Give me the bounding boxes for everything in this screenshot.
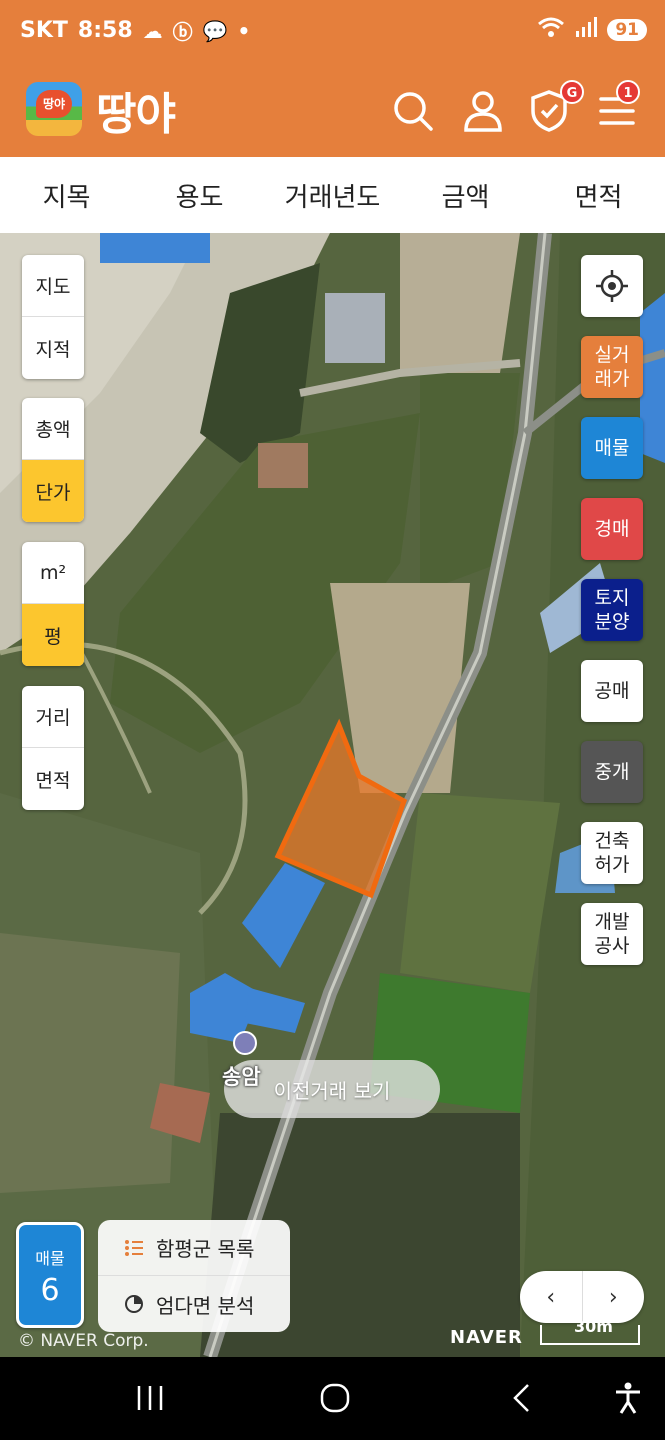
map-scale-bar: 30m xyxy=(540,1317,640,1345)
listing-count-label: 매물 xyxy=(35,1249,65,1268)
listing-count-value: 6 xyxy=(40,1273,60,1308)
unit-pyeong[interactable]: 평 xyxy=(22,604,84,666)
map-type-cadastral[interactable]: 지적 xyxy=(22,317,84,379)
recent-apps-icon xyxy=(137,1386,163,1410)
pie-chart-icon xyxy=(125,1295,143,1313)
chevron-right-icon[interactable]: › xyxy=(583,1271,645,1323)
filter-land-category[interactable]: 지목 xyxy=(0,177,133,214)
region-analysis-label: 엄다면 분석 xyxy=(156,1293,255,1318)
map-type-map[interactable]: 지도 xyxy=(22,255,84,317)
listing-count-button[interactable]: 매물 6 xyxy=(16,1222,84,1328)
notification-badge: G xyxy=(560,80,584,104)
layer-building-permit-button[interactable]: 건축 허가 xyxy=(581,822,643,884)
menu-button[interactable]: 1 xyxy=(594,80,640,134)
clock: 8:58 xyxy=(77,18,133,43)
price-type-toggle: 총액 단가 xyxy=(22,398,84,522)
layer-development-button[interactable]: 개발 공사 xyxy=(581,903,643,965)
filter-amount[interactable]: 금액 xyxy=(399,177,532,214)
battery-indicator: 91 xyxy=(607,18,647,41)
status-bar: SKT 8:58 ☁ ⓑ 💬 • 91 xyxy=(0,0,665,62)
filter-tabs: 지목 용도 거래년도 금액 면적 xyxy=(0,157,665,233)
map-scale-label: 30m xyxy=(574,1317,613,1336)
place-marker-icon xyxy=(233,1031,257,1055)
region-list-button[interactable]: 함평군 목록 xyxy=(98,1220,290,1276)
dot-icon: • xyxy=(237,18,251,43)
filter-area[interactable]: 면적 xyxy=(532,177,665,214)
unit-toggle: m² 평 xyxy=(22,542,84,666)
security-button[interactable]: G xyxy=(526,80,584,134)
back-icon xyxy=(513,1384,529,1412)
naver-logo: NAVER xyxy=(450,1327,523,1348)
accessibility-icon xyxy=(616,1382,640,1414)
band-app-icon: ⓑ xyxy=(172,20,193,44)
place-label: 송암 xyxy=(222,1065,261,1089)
home-icon xyxy=(320,1383,350,1413)
menu-badge: 1 xyxy=(616,80,640,104)
price-type-unit[interactable]: 단가 xyxy=(22,460,84,522)
search-icon xyxy=(394,92,433,131)
satellite-map[interactable]: 지도 지적 총액 단가 m² 평 거리 면적 실거 래가 매물 경매 토지 분양 공… xyxy=(0,233,665,1357)
layer-real-trade-button[interactable]: 실거 래가 xyxy=(581,336,643,398)
map-type-toggle: 지도 지적 xyxy=(22,255,84,379)
chevron-left-icon[interactable]: ‹ xyxy=(520,1271,583,1323)
list-icon xyxy=(125,1239,143,1256)
home-button[interactable] xyxy=(310,1375,360,1421)
parcel-pager: ‹ › xyxy=(520,1271,644,1323)
filter-trade-year[interactable]: 거래년도 xyxy=(266,177,399,214)
profile-button[interactable] xyxy=(460,88,506,134)
accessibility-button[interactable] xyxy=(603,1375,653,1421)
layer-land-sale-button[interactable]: 토지 분양 xyxy=(581,579,643,641)
region-analysis-button[interactable]: 엄다면 분석 xyxy=(98,1276,290,1332)
measure-distance[interactable]: 거리 xyxy=(22,686,84,748)
layer-listing-button[interactable]: 매물 xyxy=(581,417,643,479)
measure-area[interactable]: 면적 xyxy=(22,748,84,810)
android-nav-bar xyxy=(0,1357,665,1440)
signal-icon xyxy=(575,16,598,43)
wifi-icon xyxy=(537,16,565,43)
my-location-button[interactable] xyxy=(581,255,643,317)
price-type-total[interactable]: 총액 xyxy=(22,398,84,460)
region-list-label: 함평군 목록 xyxy=(156,1237,255,1261)
map-copyright: © NAVER Corp. xyxy=(18,1331,149,1351)
app-bar: 땅야 땅야 G 1 xyxy=(0,62,665,157)
filter-zoning[interactable]: 용도 xyxy=(133,177,266,214)
crosshair-icon xyxy=(596,270,628,302)
app-header: SKT 8:58 ☁ ⓑ 💬 • 91 땅야 땅야 G 1 xyxy=(0,0,665,157)
app-name: 땅야 xyxy=(96,89,176,140)
back-button[interactable] xyxy=(497,1375,547,1421)
carrier-label: SKT xyxy=(20,18,68,43)
app-logo[interactable]: 땅야 xyxy=(26,82,82,136)
layer-auction-button[interactable]: 경매 xyxy=(581,498,643,560)
satellite-imagery xyxy=(0,233,665,1357)
talk-icon: 💬 xyxy=(202,18,228,43)
cloud-icon: ☁ xyxy=(142,18,163,43)
region-info-card: 함평군 목록 엄다면 분석 xyxy=(98,1220,290,1332)
measure-toggle: 거리 면적 xyxy=(22,686,84,810)
layer-brokerage-button[interactable]: 중개 xyxy=(581,741,643,803)
unit-square-meter[interactable]: m² xyxy=(22,542,84,604)
recent-apps-button[interactable] xyxy=(125,1375,175,1421)
search-button[interactable] xyxy=(390,88,436,134)
user-icon xyxy=(464,91,502,132)
logo-badge: 땅야 xyxy=(36,90,72,118)
layer-public-sale-button[interactable]: 공매 xyxy=(581,660,643,722)
